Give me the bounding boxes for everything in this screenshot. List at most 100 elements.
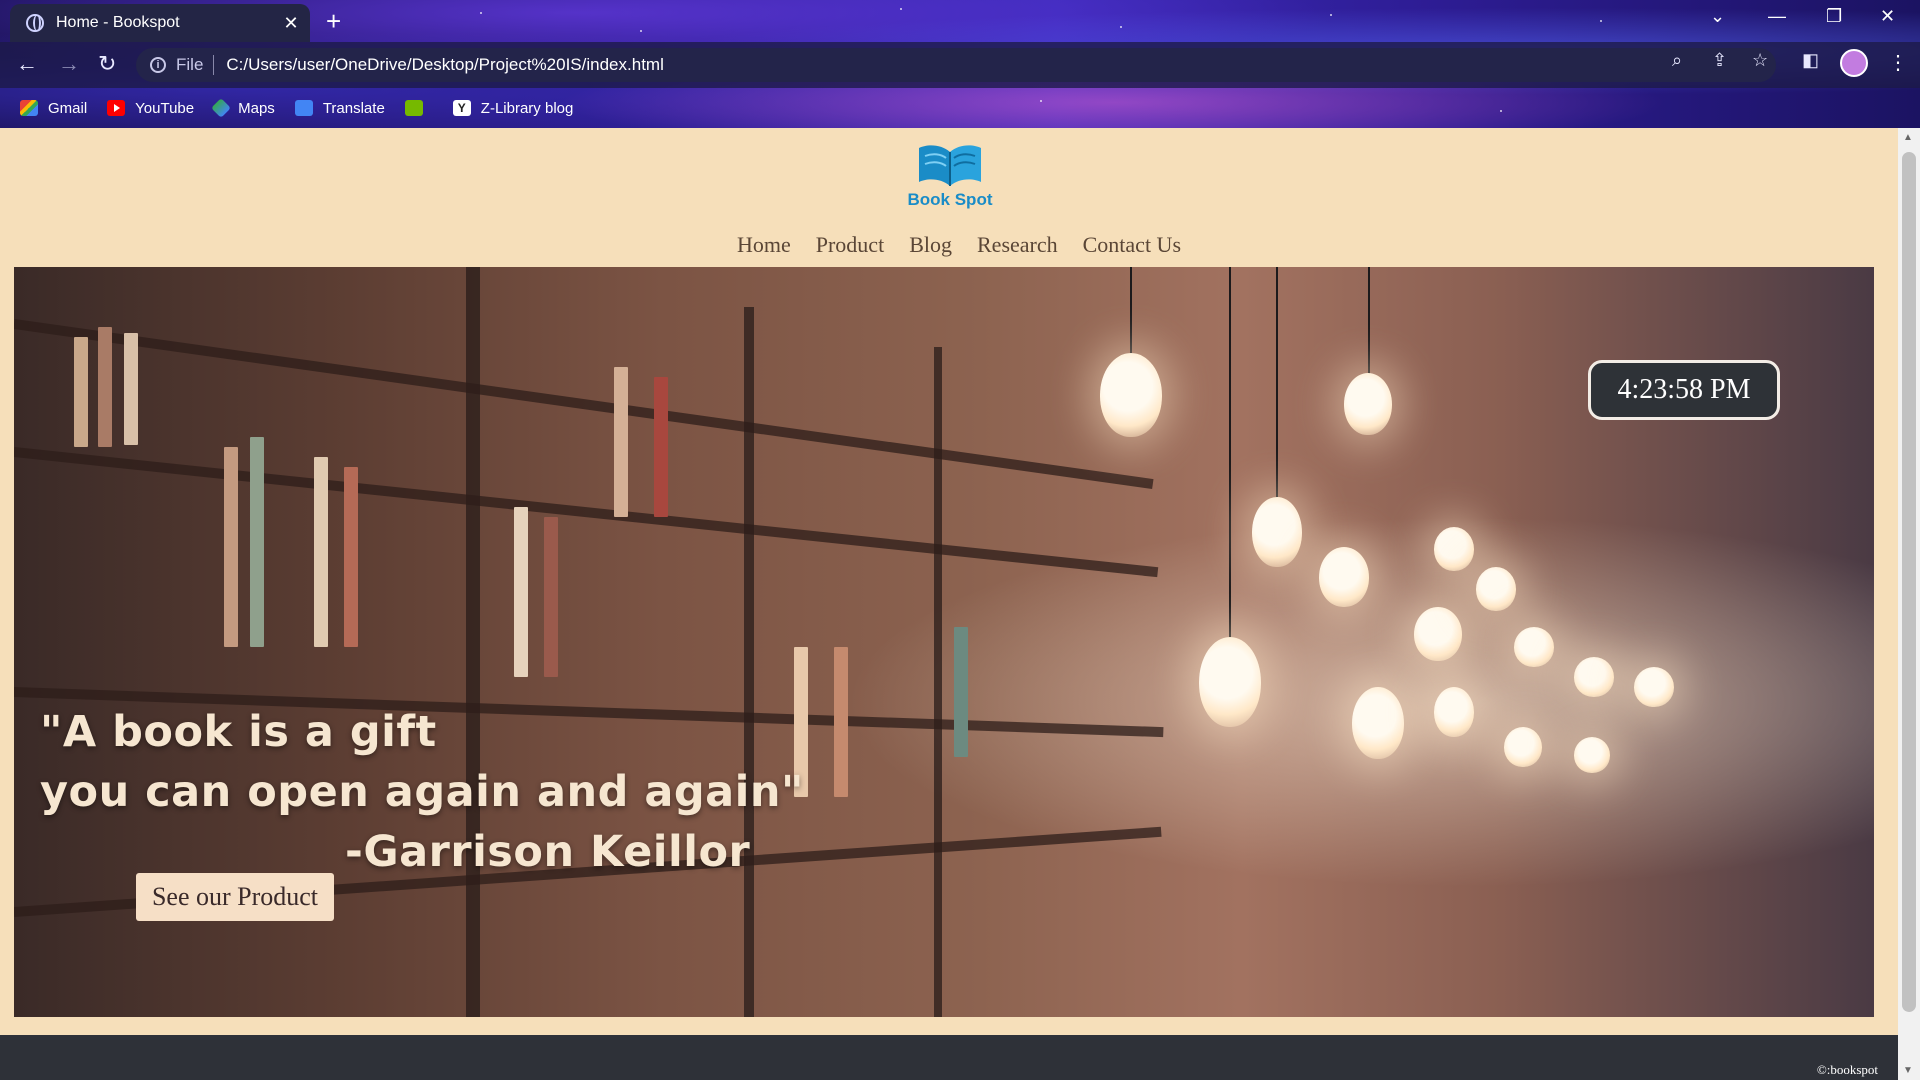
close-window-button[interactable]: ✕ — [1880, 6, 1895, 27]
light-bulb — [1319, 547, 1369, 607]
light-bulb — [1252, 497, 1302, 567]
gmail-icon — [20, 100, 38, 116]
open-book-icon — [919, 145, 981, 186]
bulb-cord — [1276, 267, 1278, 507]
bookmark-label: YouTube — [135, 99, 195, 117]
bookmark-star-icon[interactable]: ☆ — [1752, 50, 1768, 71]
url-text[interactable]: C:/Users/user/OneDrive/Desktop/Project%2… — [226, 55, 1776, 75]
book-spine — [224, 447, 238, 647]
hero-banner: 4:23:58 PM "A book is a gift you can ope… — [14, 267, 1874, 1017]
web-page: Book Spot Home Product Blog Research Con… — [0, 128, 1898, 1035]
light-bulb — [1514, 627, 1554, 667]
zoom-icon[interactable]: ⌕ — [1672, 50, 1682, 71]
tab-search-chevron-icon[interactable]: ⌄ — [1710, 6, 1725, 27]
tab-home-bookspot[interactable]: Home - Bookspot ✕ — [10, 4, 310, 42]
book-spine — [74, 337, 88, 447]
bookmark-label: Translate — [322, 99, 385, 117]
bulb-cord — [1130, 267, 1132, 357]
restore-button[interactable]: ❐ — [1826, 6, 1842, 27]
main-nav: Home Product Blog Research Contact Us — [0, 232, 1908, 258]
book-spine — [954, 627, 968, 757]
scroll-down-icon[interactable]: ▼ — [1903, 1065, 1913, 1076]
minimize-button[interactable]: — — [1768, 6, 1786, 27]
share-icon[interactable]: ⇪ — [1712, 50, 1727, 71]
book-spine — [124, 333, 138, 445]
light-bulb — [1574, 657, 1614, 697]
book-spine — [834, 647, 848, 797]
back-button[interactable]: ← — [16, 52, 38, 76]
nav-product[interactable]: Product — [816, 232, 884, 258]
quote-line-1: "A book is a gift — [40, 707, 437, 757]
book-spine — [514, 507, 528, 677]
book-spine — [544, 517, 558, 677]
maps-icon — [211, 98, 232, 118]
bookmark-label: Maps — [238, 99, 275, 117]
book-spine — [314, 457, 328, 647]
light-bulb — [1199, 637, 1261, 727]
shelf-post — [466, 267, 480, 1017]
light-bulb — [1344, 373, 1392, 435]
bookmark-gmail[interactable]: Gmail — [20, 100, 87, 117]
book-spine — [654, 377, 668, 517]
light-bulb — [1574, 737, 1610, 773]
see-our-product-button[interactable]: See our Product — [136, 873, 334, 921]
nav-research[interactable]: Research — [977, 232, 1058, 258]
globe-icon — [26, 14, 44, 32]
nvidia-icon — [404, 100, 423, 116]
light-bulb — [1634, 667, 1674, 707]
bulb-cord — [1368, 267, 1370, 377]
translate-icon — [294, 100, 313, 116]
tab-close-icon[interactable]: ✕ — [278, 13, 304, 34]
bookmark-maps[interactable]: Maps — [211, 98, 275, 118]
book-spine — [98, 327, 112, 447]
bookmark-translate[interactable]: Translate — [294, 99, 385, 117]
side-panel-icon[interactable]: ◧ — [1802, 50, 1819, 71]
divider — [213, 55, 215, 75]
light-bulb — [1434, 527, 1474, 571]
light-bulb — [1414, 607, 1462, 661]
bookmark-youtube[interactable]: YouTube — [107, 100, 194, 117]
scroll-up-icon[interactable]: ▲ — [1903, 132, 1913, 143]
quote-line-2: you can open again and again" — [40, 767, 804, 817]
scrollbar-thumb[interactable] — [1902, 152, 1916, 1012]
bulb-cord — [1229, 267, 1231, 647]
light-bulb — [1352, 687, 1404, 759]
menu-kebab-icon[interactable]: ⋮ — [1888, 50, 1908, 75]
hero-quote: "A book is a gift you can open again and… — [40, 702, 804, 882]
footer: ©:bookspot — [0, 1035, 1898, 1080]
book-spine — [344, 467, 358, 647]
bookmarks-bar: Gmail YouTube Maps Translate Y Z-Library… — [0, 88, 1920, 128]
bookmark-label: Gmail — [48, 99, 88, 117]
profile-avatar[interactable] — [1840, 49, 1868, 77]
zlibrary-icon: Y — [452, 100, 471, 116]
brand-name: Book Spot — [907, 190, 993, 209]
new-tab-button[interactable]: + — [326, 8, 341, 34]
light-bulb — [1476, 567, 1516, 611]
nav-home[interactable]: Home — [737, 232, 791, 258]
bookmark-zlibrary[interactable]: Y Z-Library blog — [452, 99, 574, 117]
shelf-line — [14, 319, 1154, 490]
book-spine — [614, 367, 628, 517]
forward-button[interactable]: → — [58, 52, 80, 76]
light-bulb — [1100, 353, 1162, 437]
bookmark-label: Z-Library blog — [480, 99, 574, 117]
book-spine — [250, 437, 264, 647]
copyright-text: ©:bookspot — [1816, 1062, 1878, 1077]
info-icon[interactable]: i — [150, 57, 166, 73]
page-scrollbar[interactable]: ▲ ▼ — [1898, 128, 1920, 1080]
url-scheme-label: File — [176, 55, 204, 74]
light-bulb — [1504, 727, 1542, 767]
bookmark-nvidia[interactable] — [404, 100, 433, 116]
browser-chrome: Home - Bookspot ✕ + ⌄ — ❐ ✕ ← → ↻ i File… — [0, 0, 1920, 128]
clock-display: 4:23:58 PM — [1588, 360, 1780, 420]
nav-blog[interactable]: Blog — [909, 232, 952, 258]
light-bulb — [1434, 687, 1474, 737]
address-bar[interactable]: i File C:/Users/user/OneDrive/Desktop/Pr… — [136, 48, 1776, 82]
site-logo[interactable]: Book Spot — [900, 142, 1000, 210]
tab-title: Home - Bookspot — [56, 14, 180, 31]
toolbar: ← → ↻ i File C:/Users/user/OneDrive/Desk… — [0, 42, 1920, 88]
reload-button[interactable]: ↻ — [98, 52, 116, 76]
nav-contact-us[interactable]: Contact Us — [1083, 232, 1181, 258]
tab-bar: Home - Bookspot ✕ + ⌄ — ❐ ✕ — [0, 0, 1920, 42]
youtube-icon — [107, 100, 126, 116]
